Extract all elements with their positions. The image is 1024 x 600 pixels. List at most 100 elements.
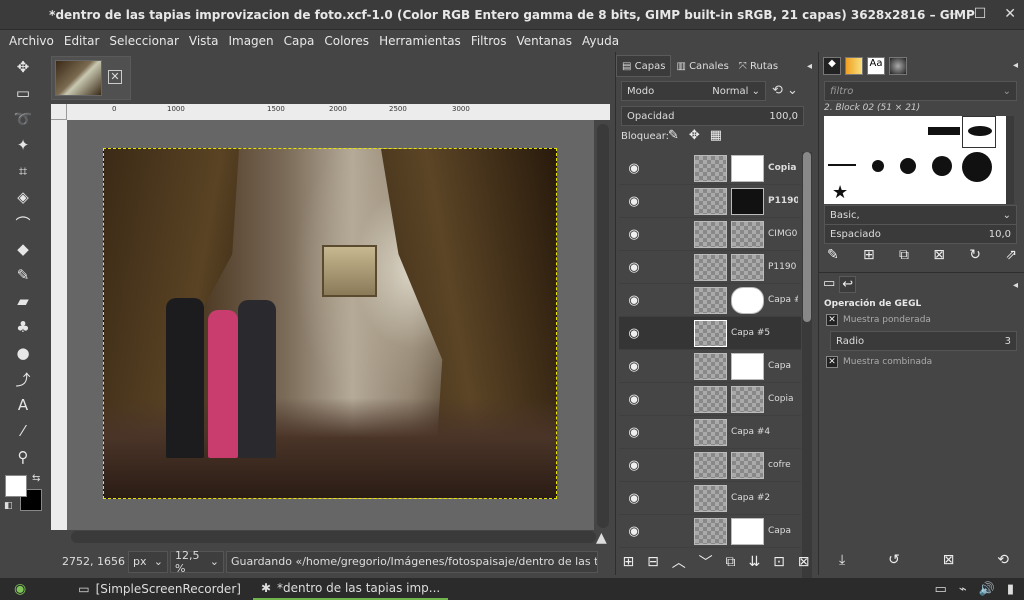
delete-layer-icon[interactable]: ⊠ [798, 554, 810, 570]
menu-imagen[interactable]: Imagen [223, 34, 278, 48]
horizontal-scrollbar[interactable] [71, 531, 596, 543]
tab-paths[interactable]: ⤧ Rutas [734, 55, 783, 77]
option-muestra-combinada[interactable]: ✕ Muestra combinada [826, 356, 932, 368]
brush-dot[interactable] [932, 156, 952, 176]
layer-name[interactable]: Capa #2 [731, 493, 791, 503]
network-icon[interactable]: ⌁ [959, 582, 967, 597]
bucket-fill-icon[interactable]: ◆ [12, 238, 34, 260]
layer-name[interactable]: Capa [768, 526, 798, 536]
warp-icon[interactable]: ⌒ [12, 212, 34, 234]
eye-icon[interactable]: ◉ [619, 227, 649, 242]
menu-herramientas[interactable]: Herramientas [374, 34, 466, 48]
menu-capa[interactable]: Capa [279, 34, 320, 48]
layer-row[interactable]: ◉ Capa # [619, 284, 801, 317]
layer-name[interactable]: cofre [768, 460, 798, 470]
layer-row[interactable]: ◉ CIMG0 [619, 218, 801, 251]
eye-icon[interactable]: ◉ [619, 194, 649, 209]
paintbrush-icon[interactable]: ✎ [12, 264, 34, 286]
eye-icon[interactable]: ◉ [619, 524, 649, 539]
layer-row[interactable]: ◉ Capa #5 [619, 317, 801, 350]
color-picker-icon[interactable]: ⁄ [12, 420, 34, 442]
brush-scrollbar[interactable] [1006, 116, 1014, 204]
layer-row[interactable]: ◉ Copia [619, 383, 801, 416]
checkbox-icon[interactable]: ✕ [826, 314, 838, 326]
layer-row[interactable]: ◉ Capa #2 [619, 482, 801, 515]
layer-row[interactable]: ◉ P1190 [619, 251, 801, 284]
tab-channels[interactable]: ▥ Canales [671, 55, 733, 77]
layers-scroll-thumb[interactable] [803, 152, 811, 322]
layer-name[interactable]: P1190 [768, 196, 798, 206]
menu-vista[interactable]: Vista [184, 34, 224, 48]
ruler-corner[interactable] [51, 104, 67, 120]
eye-icon[interactable]: ◉ [619, 359, 649, 374]
lock-icons[interactable]: ✎✥▦ [668, 128, 732, 143]
menu-seleccionar[interactable]: Seleccionar [104, 34, 183, 48]
eye-icon[interactable]: ◉ [619, 161, 649, 176]
navigate-icon[interactable]: ▲ [596, 530, 607, 546]
battery-icon[interactable]: ▮ [1007, 582, 1014, 597]
mint-menu-icon[interactable]: ◉ [0, 578, 40, 600]
fuzzy-select-icon[interactable]: ✦ [12, 134, 34, 156]
new-layer-icon[interactable]: ⊞ [622, 554, 634, 570]
lasso-icon[interactable]: ➰ [12, 108, 34, 130]
close-icon[interactable]: ✕ [1004, 6, 1016, 22]
swap-colors-icon[interactable]: ⇆ [32, 473, 40, 484]
maximize-icon[interactable]: ☐ [974, 6, 987, 22]
brush-dot[interactable] [962, 152, 992, 182]
delete-brush-icon[interactable]: ⊠ [933, 247, 945, 263]
patterns-tab-icon[interactable] [889, 57, 907, 75]
brush-block[interactable] [928, 127, 960, 135]
menu-filtros[interactable]: Filtros [466, 34, 512, 48]
layer-name[interactable]: CIMG0 [768, 229, 798, 239]
paths-icon[interactable]: ⤴ [12, 368, 34, 390]
delete-options-icon[interactable]: ⊠ [943, 552, 955, 568]
crop-icon[interactable]: ⌗ [12, 160, 34, 182]
eye-icon[interactable]: ◉ [619, 458, 649, 473]
rect-select-icon[interactable]: ▭ [12, 82, 34, 104]
tab-layers[interactable]: ▤ Capas [616, 55, 672, 77]
close-image-icon[interactable]: ✕ [108, 70, 122, 84]
volume-icon[interactable]: 🔊 [979, 582, 995, 597]
layer-name[interactable]: Capa #5 [731, 328, 791, 338]
reset-options-icon[interactable]: ⟲ [997, 552, 1009, 568]
default-colors-icon[interactable]: ◧ [4, 501, 13, 511]
layer-row[interactable]: ◉ Capa [619, 350, 801, 383]
tool-options-tab-icon[interactable]: ▭ [823, 276, 835, 293]
foreground-color-swatch[interactable] [5, 475, 27, 497]
layer-name[interactable]: P1190 [768, 262, 798, 272]
menu-ventanas[interactable]: Ventanas [511, 34, 577, 48]
menu-editar[interactable]: Editar [59, 34, 105, 48]
smudge-icon[interactable]: ● [12, 342, 34, 364]
layer-name[interactable]: Copia [768, 394, 798, 404]
panel-menu-icon[interactable]: ◂ [1013, 280, 1018, 291]
layer-row[interactable]: ◉ P1190 [619, 185, 801, 218]
zoom-icon[interactable]: ⚲ [12, 446, 34, 468]
new-group-icon[interactable]: ⊟ [647, 554, 659, 570]
panel-menu-icon[interactable]: ◂ [1013, 60, 1018, 71]
brush-line[interactable] [828, 164, 856, 166]
menu-colores[interactable]: Colores [319, 34, 374, 48]
anchor-layer-icon[interactable]: ⇊ [748, 554, 760, 570]
eraser-icon[interactable]: ▰ [12, 290, 34, 312]
restore-options-icon[interactable]: ↺ [888, 552, 900, 568]
transform-icon[interactable]: ◈ [12, 186, 34, 208]
spacing-slider[interactable]: Espaciado 10,0 [824, 224, 1017, 244]
display-icon[interactable]: ▭ [935, 582, 947, 597]
unit-select[interactable]: px ⌄ [128, 550, 168, 573]
edit-brush-icon[interactable]: ✎ [827, 247, 839, 263]
layer-name[interactable]: Capa [768, 361, 798, 371]
layer-row[interactable]: ◉ Capa [619, 515, 801, 548]
text-tool-icon[interactable]: A [12, 394, 34, 416]
minimize-icon[interactable]: – [949, 6, 956, 22]
undo-history-tab-icon[interactable]: ↩ [839, 276, 857, 293]
lower-layer-icon[interactable]: ﹀ [699, 552, 713, 572]
move-tool-icon[interactable]: ✥ [12, 56, 34, 78]
eye-icon[interactable]: ◉ [619, 392, 649, 407]
image-canvas[interactable] [103, 148, 557, 499]
eye-icon[interactable]: ◉ [619, 326, 649, 341]
mask-layer-icon[interactable]: ⊡ [773, 554, 785, 570]
opacity-slider[interactable]: Opacidad 100,0 [621, 106, 804, 126]
zoom-select[interactable]: 12,5 % ⌄ [170, 549, 224, 575]
gradients-tab-icon[interactable] [845, 57, 863, 75]
brush-dot[interactable] [872, 160, 884, 172]
